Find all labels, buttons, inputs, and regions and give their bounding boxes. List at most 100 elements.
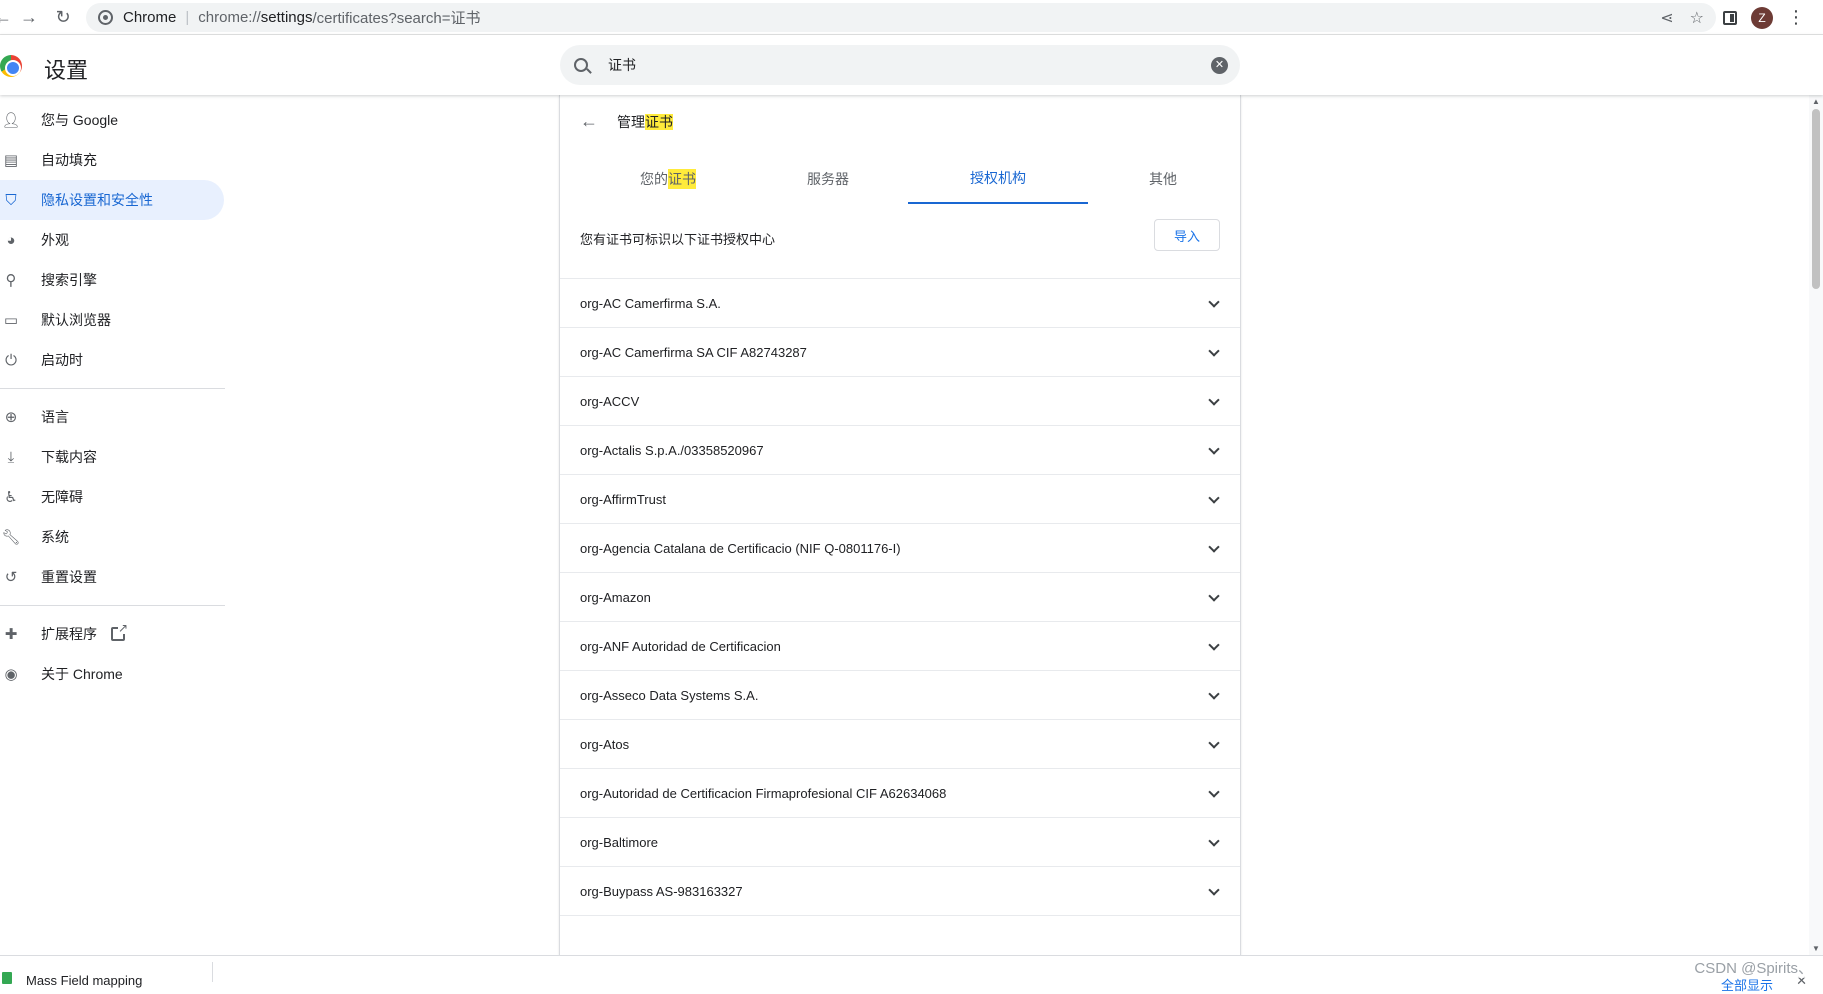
list-item[interactable]: org-Atos [560, 720, 1240, 769]
sidebar-item-system[interactable]: 🔧︎ 系统 [0, 517, 224, 557]
person-icon: 👤︎ [1, 112, 21, 129]
sidebar-item-label: 启动时 [41, 352, 83, 368]
share-icon[interactable]: ⋖ [1660, 8, 1673, 28]
tab-label-highlight: 证书 [668, 169, 696, 189]
chevron-down-icon[interactable] [1208, 394, 1220, 406]
menu-icon[interactable]: ⋮ [1787, 7, 1805, 28]
toolbar-right: Z ⋮ [1713, 0, 1823, 35]
scroll-up-icon[interactable]: ▲ [1812, 97, 1820, 106]
sidebar-item-label: 下载内容 [41, 449, 97, 465]
list-item[interactable]: org-Autoridad de Certificacion Firmaprof… [560, 769, 1240, 818]
list-item[interactable]: org-Actalis S.p.A./03358520967 [560, 426, 1240, 475]
download-separator [212, 962, 213, 982]
search-icon [574, 58, 588, 72]
cert-name: org-Actalis S.p.A./03358520967 [580, 442, 764, 458]
globe-icon: ⊕ [4, 409, 18, 426]
chevron-down-icon[interactable] [1208, 443, 1220, 455]
download-icon: ⤓ [7, 448, 15, 466]
chevron-down-icon[interactable] [1208, 492, 1220, 504]
list-item[interactable]: org-ACCV [560, 377, 1240, 426]
list-item[interactable]: org-AC Camerfirma S.A. [560, 279, 1240, 328]
chevron-down-icon[interactable] [1208, 884, 1220, 896]
sidebar-divider [0, 388, 225, 389]
sidebar-item-privacy[interactable]: ⛉ 隐私设置和安全性 [0, 180, 224, 220]
sidebar-item-accessibility[interactable]: ♿︎ 无障碍 [0, 477, 224, 517]
side-panel-icon[interactable] [1723, 10, 1737, 25]
reload-icon[interactable]: ↻ [48, 0, 78, 35]
clear-search-icon[interactable]: ✕ [1211, 57, 1228, 74]
list-item[interactable]: org-Amazon [560, 573, 1240, 622]
chevron-down-icon[interactable] [1208, 737, 1220, 749]
sidebar-item-default-browser[interactable]: ▭ 默认浏览器 [0, 300, 224, 340]
page-title: 设置 [44, 58, 89, 83]
cert-name: org-Asseco Data Systems S.A. [580, 687, 759, 703]
chevron-down-icon[interactable] [1208, 345, 1220, 357]
omnibox-actions: ⋖ ☆ [1660, 3, 1704, 32]
back-arrow-icon[interactable]: ← [580, 111, 598, 132]
scrollbar-thumb[interactable] [1812, 109, 1820, 289]
chevron-down-icon[interactable] [1208, 296, 1220, 308]
sidebar-item-label: 关于 Chrome [41, 666, 123, 682]
url-host: settings [260, 9, 313, 26]
scroll-down-icon[interactable]: ▼ [1812, 944, 1820, 953]
sidebar-item-downloads[interactable]: ⤓ 下载内容 [0, 437, 224, 477]
chevron-down-icon[interactable] [1208, 688, 1220, 700]
sidebar-item-about-chrome[interactable]: ◉ 关于 Chrome [0, 654, 224, 694]
sidebar-item-on-startup[interactable]: ⏻ 启动时 [0, 340, 224, 380]
import-description: 您有证书可标识以下证书授权中心 [580, 232, 776, 247]
sidebar-item-label: 语言 [41, 409, 69, 425]
star-icon[interactable]: ☆ [1690, 8, 1704, 28]
sidebar-item-reset[interactable]: ↺ 重置设置 [0, 557, 224, 597]
import-row: 您有证书可标识以下证书授权中心 导入 [560, 210, 1240, 264]
sidebar-item-label: 搜索引擎 [41, 272, 97, 288]
tab-your-certificates[interactable]: 您的 证书 [588, 154, 748, 204]
palette-icon: ◕ [6, 231, 16, 249]
chevron-down-icon[interactable] [1208, 639, 1220, 651]
sidebar-item-appearance[interactable]: ◕ 外观 [0, 220, 224, 260]
url-scheme: chrome:// [198, 9, 261, 26]
chevron-down-icon[interactable] [1208, 786, 1220, 798]
chevron-down-icon[interactable] [1208, 835, 1220, 847]
address-bar[interactable]: Chrome | chrome://settings/certificates?… [86, 3, 1716, 32]
page-scrollbar[interactable]: ▲ ▼ [1809, 95, 1823, 955]
accessibility-icon: ♿︎ [4, 489, 18, 506]
wrench-icon: 🔧︎ [1, 529, 21, 546]
tab-authorities[interactable]: 授权机构 [908, 154, 1088, 204]
download-file-name[interactable]: Mass Field mapping [26, 973, 142, 988]
tab-label: 授权机构 [970, 170, 1026, 186]
tab-servers[interactable]: 服务器 [748, 154, 908, 204]
tab-label: 服务器 [807, 171, 849, 187]
tab-others[interactable]: 其他 [1088, 154, 1238, 204]
sidebar-item-autofill[interactable]: ▤ 自动填充 [0, 140, 224, 180]
list-item[interactable]: org-ANF Autoridad de Certificacion [560, 622, 1240, 671]
list-item[interactable]: org-AffirmTrust [560, 475, 1240, 524]
list-item[interactable]: org-Buypass AS-983163327 [560, 867, 1240, 916]
tab-label: 其他 [1149, 171, 1177, 187]
chrome-icon: ◉ [4, 666, 18, 683]
sidebar-item-label: 扩展程序 [41, 626, 97, 642]
sidebar-item-you-and-google[interactable]: 👤︎ 您与 Google [0, 100, 224, 140]
forward-icon[interactable]: → [14, 0, 44, 35]
list-item[interactable]: org-Baltimore [560, 818, 1240, 867]
list-item[interactable]: org-Asseco Data Systems S.A. [560, 671, 1240, 720]
sidebar-item-extensions[interactable]: ✚ 扩展程序 [0, 614, 224, 654]
sidebar-item-label: 外观 [41, 232, 69, 248]
settings-search[interactable]: ✕ [560, 45, 1240, 85]
browser-toolbar: ← → ↻ Chrome | chrome://settings/certifi… [0, 0, 1823, 35]
chevron-down-icon[interactable] [1208, 541, 1220, 553]
sidebar-item-search-engine[interactable]: ⚲ 搜索引擎 [0, 260, 224, 300]
list-item[interactable]: org-Agencia Catalana de Certificacio (NI… [560, 524, 1240, 573]
cert-name: org-AC Camerfirma SA CIF A82743287 [580, 344, 807, 360]
subpage-header: ← 管理证书 [560, 95, 1240, 146]
restore-icon: ↺ [4, 569, 18, 586]
profile-avatar[interactable]: Z [1751, 6, 1773, 29]
list-item[interactable]: org-AC Camerfirma SA CIF A82743287 [560, 328, 1240, 377]
search-input[interactable] [608, 57, 1168, 73]
cert-name: org-AffirmTrust [580, 491, 666, 507]
chevron-down-icon[interactable] [1208, 590, 1220, 602]
cert-name: org-Agencia Catalana de Certificacio (NI… [580, 540, 901, 556]
file-icon [2, 972, 12, 984]
certificate-tabs: 您的 证书 服务器 授权机构 其他 [560, 154, 1240, 210]
import-button[interactable]: 导入 [1154, 219, 1220, 251]
sidebar-item-languages[interactable]: ⊕ 语言 [0, 397, 224, 437]
